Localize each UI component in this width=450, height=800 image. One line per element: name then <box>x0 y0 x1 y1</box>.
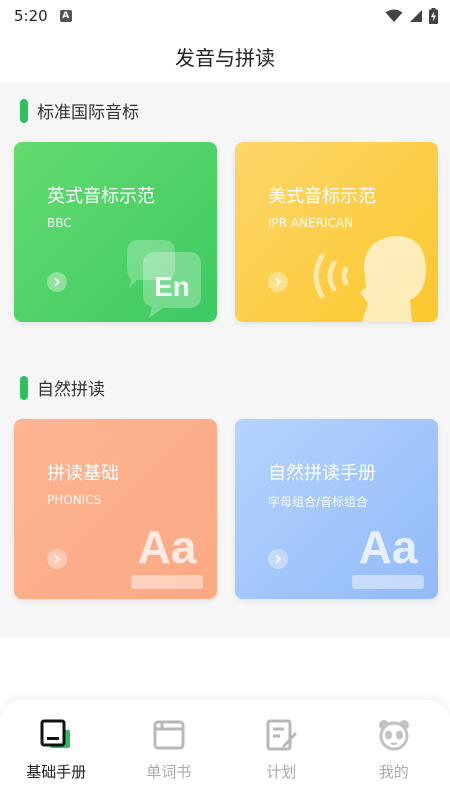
wifi-icon <box>385 9 403 22</box>
card-subtitle: PHONICS <box>47 493 102 507</box>
nav-label: 单词书 <box>146 763 192 781</box>
arrow-right-icon <box>47 272 67 292</box>
arrow-right-icon <box>268 549 288 569</box>
card-title: 拼读基础 <box>47 463 119 484</box>
status-right <box>385 8 438 24</box>
section-header-phonics: 自然拼读 <box>20 375 105 400</box>
nav-label: 基础手册 <box>26 763 87 781</box>
plan-icon <box>266 719 298 751</box>
aa-letters-icon: Aa <box>352 521 424 589</box>
arrow-right-icon <box>47 549 67 569</box>
panda-icon <box>378 720 409 751</box>
section-title: 标准国际音标 <box>37 103 139 123</box>
status-time: 5:20 <box>14 7 48 25</box>
section-accent-bar <box>20 375 28 400</box>
card-american-phonetics[interactable]: 美式音标示范 IPR ANERICAN <box>235 142 438 322</box>
card-subtitle: IPR ANERICAN <box>268 216 354 230</box>
svg-text:Aa: Aa <box>359 521 418 573</box>
svg-text:En: En <box>154 271 190 302</box>
nav-item-wordbook[interactable]: 单词书 <box>113 700 226 800</box>
aa-letters-icon: Aa <box>131 521 203 589</box>
status-left: 5:20 A <box>14 7 72 25</box>
signal-icon <box>410 10 422 22</box>
bottom-nav: 基础手册 单词书 计划 我的 <box>0 700 450 800</box>
nav-item-plan[interactable]: 计划 <box>225 700 338 800</box>
card-phonics-basics[interactable]: 拼读基础 PHONICS Aa <box>14 419 217 599</box>
nav-item-mine[interactable]: 我的 <box>338 700 450 800</box>
main-content: 标准国际音标 英式音标示范 BBC En 美式音标示范 IPR ANERICAN… <box>0 82 450 638</box>
notification-icon: A <box>59 10 72 22</box>
card-british-phonetics[interactable]: 英式音标示范 BBC En <box>14 142 217 322</box>
nav-label: 我的 <box>378 763 409 781</box>
section-title: 自然拼读 <box>37 380 105 400</box>
card-title: 美式音标示范 <box>268 186 376 207</box>
nav-item-handbook[interactable]: 基础手册 <box>0 700 113 800</box>
arrow-right-icon <box>268 272 288 292</box>
en-speech-bubble-icon: En <box>127 240 201 318</box>
section-header-standard-ipa: 标准国际音标 <box>20 98 139 123</box>
page-title: 发音与拼读 <box>175 46 275 70</box>
wordbook-icon <box>153 720 185 750</box>
svg-text:Aa: Aa <box>138 521 197 573</box>
card-title: 自然拼读手册 <box>268 463 376 484</box>
speaking-head-icon <box>313 236 426 322</box>
card-subtitle: 字母组合/音标组合 <box>268 495 369 509</box>
section-accent-bar <box>20 98 28 123</box>
card-subtitle: BBC <box>47 216 72 230</box>
status-bar: 5:20 A <box>0 0 450 32</box>
handbook-icon <box>40 719 71 748</box>
nav-label: 计划 <box>266 763 297 781</box>
card-title: 英式音标示范 <box>47 186 155 207</box>
card-phonics-handbook[interactable]: 自然拼读手册 字母组合/音标组合 Aa <box>235 419 438 599</box>
battery-charging-icon <box>429 8 438 24</box>
